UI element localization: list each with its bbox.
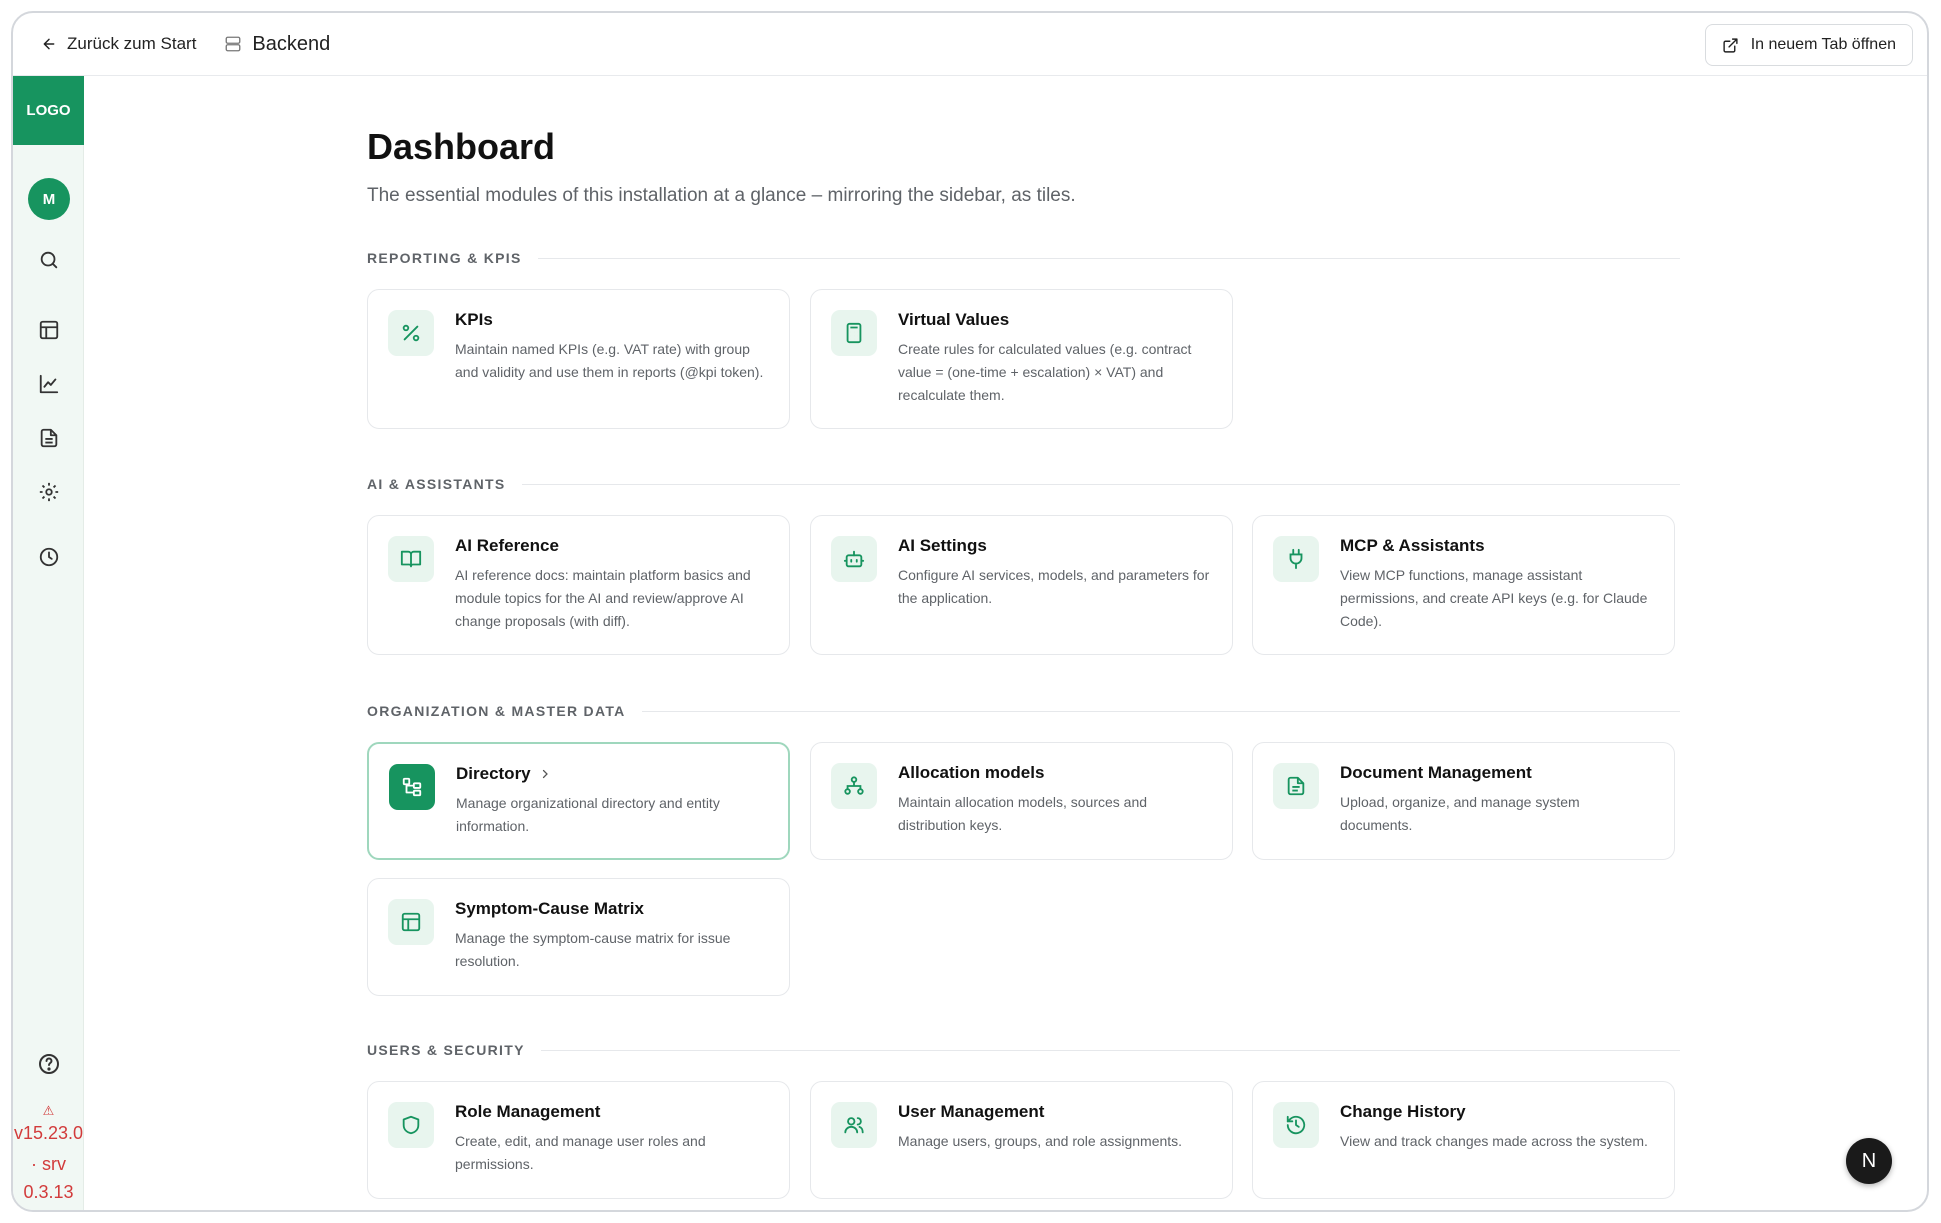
search-icon[interactable]: [35, 246, 63, 274]
open-in-new-tab-button[interactable]: In neuem Tab öffnen: [1704, 24, 1913, 66]
breadcrumb: Backend: [224, 33, 330, 56]
shield-icon: [388, 1102, 434, 1148]
card-title: AI Settings: [898, 536, 987, 555]
open-tab-label: In neuem Tab öffnen: [1750, 36, 1896, 53]
section-reporting-kpis: REPORTING & KPIS: [367, 248, 1680, 268]
floating-action-button[interactable]: N: [1846, 1138, 1892, 1184]
card-description: View and track changes made across the s…: [1340, 1133, 1648, 1149]
card-description: AI reference docs: maintain platform bas…: [455, 567, 751, 629]
card-title: Symptom-Cause Matrix: [455, 899, 644, 918]
sidebar: LOGO M ⚠ v15.23.0 · srv 0.3.13: [13, 76, 84, 1210]
section-title: USERS & SECURITY: [367, 1042, 525, 1058]
card-description: Configure AI services, models, and param…: [898, 567, 1210, 606]
folder-tree-icon: [389, 764, 435, 810]
breadcrumb-label: Backend: [252, 32, 331, 55]
arrow-left-icon: [43, 38, 55, 50]
divider: [537, 257, 1680, 259]
card-title: Document Management: [1340, 763, 1532, 782]
page-subtitle: The essential modules of this installati…: [367, 185, 1076, 206]
divider: [540, 1049, 1680, 1051]
card-description: Manage the symptom-cause matrix for issu…: [455, 930, 731, 969]
server-icon: [225, 36, 241, 52]
card-change-history[interactable]: Change History View and track changes ma…: [1252, 1081, 1675, 1199]
card-title: AI Reference: [455, 536, 559, 555]
logo: LOGO: [13, 76, 84, 145]
section-title: REPORTING & KPIS: [367, 250, 522, 266]
avatar[interactable]: M: [28, 178, 70, 220]
book-open-icon: [388, 536, 434, 582]
card-role-management[interactable]: Role Management Create, edit, and manage…: [367, 1081, 790, 1199]
card-document-management[interactable]: Document Management Upload, organize, an…: [1252, 742, 1675, 860]
app-window: Zurück zum Start Backend In neuem Tab öf…: [11, 11, 1929, 1212]
card-title: Directory: [456, 764, 551, 784]
section-title: ORGANIZATION & MASTER DATA: [367, 703, 626, 719]
history-icon: [1273, 1102, 1319, 1148]
version-srv: 0.3.13: [23, 1182, 74, 1202]
card-description: Create, edit, and manage user roles and …: [455, 1133, 706, 1172]
section-users-security: USERS & SECURITY: [367, 1040, 1680, 1060]
card-symptom-cause-matrix[interactable]: Symptom-Cause Matrix Manage the symptom-…: [367, 878, 790, 996]
plug-icon: [1273, 536, 1319, 582]
network-icon: [831, 763, 877, 809]
card-ai-reference[interactable]: AI Reference AI reference docs: maintain…: [367, 515, 790, 655]
bot-icon: [831, 536, 877, 582]
section-title: AI & ASSISTANTS: [367, 476, 506, 492]
section-ai-assistants: AI & ASSISTANTS: [367, 474, 1680, 494]
back-label: Zurück zum Start: [67, 34, 197, 53]
card-title: KPIs: [455, 310, 493, 329]
card-title: User Management: [898, 1102, 1045, 1121]
top-bar: Zurück zum Start Backend In neuem Tab öf…: [13, 13, 1927, 76]
card-user-management[interactable]: User Management Manage users, groups, an…: [810, 1081, 1233, 1199]
help-circle-icon[interactable]: [35, 1050, 63, 1078]
clock-icon[interactable]: [35, 543, 63, 571]
grid-icon: [388, 899, 434, 945]
card-kpis[interactable]: KPIs Maintain named KPIs (e.g. VAT rate)…: [367, 289, 790, 429]
card-title: Role Management: [455, 1102, 601, 1121]
card-title: MCP & Assistants: [1340, 536, 1485, 555]
card-description: Maintain allocation models, sources and …: [898, 794, 1148, 833]
card-description: Maintain named KPIs (e.g. VAT rate) with…: [455, 341, 764, 380]
card-allocation-models[interactable]: Allocation models Maintain allocation mo…: [810, 742, 1233, 860]
card-description: Upload, organize, and manage system docu…: [1340, 794, 1580, 833]
card-description: View MCP functions, manage assistant per…: [1340, 567, 1648, 629]
version-srv-label: · srv: [31, 1154, 66, 1174]
divider: [641, 710, 1680, 712]
section-organization-master-data: ORGANIZATION & MASTER DATA: [367, 701, 1680, 721]
triangle-alert-icon: ⚠: [42, 1103, 55, 1118]
card-description: Manage users, groups, and role assignmen…: [898, 1133, 1183, 1149]
file-text-icon[interactable]: [35, 424, 63, 452]
chevron-right-icon: [542, 769, 548, 779]
percent-icon: [388, 310, 434, 356]
document-icon: [1273, 763, 1319, 809]
card-mcp-assistants[interactable]: MCP & Assistants View MCP functions, man…: [1252, 515, 1675, 655]
calculator-icon: [831, 310, 877, 356]
card-ai-settings[interactable]: AI Settings Configure AI services, model…: [810, 515, 1233, 655]
card-virtual-values[interactable]: Virtual Values Create rules for calculat…: [810, 289, 1233, 429]
version-app: v15.23.0: [13, 1123, 84, 1143]
card-title: Change History: [1340, 1102, 1466, 1121]
gear-icon[interactable]: [35, 478, 63, 506]
page-title: Dashboard: [367, 126, 556, 167]
card-title: Virtual Values: [898, 310, 1010, 329]
divider: [521, 483, 1680, 485]
card-title: Allocation models: [898, 763, 1045, 782]
card-title-text: Directory: [456, 764, 531, 783]
card-directory[interactable]: Directory Manage organizational director…: [367, 742, 790, 860]
card-description: Create rules for calculated values (e.g.…: [898, 341, 1192, 403]
back-to-start-link[interactable]: Zurück zum Start: [41, 34, 196, 54]
chart-line-icon[interactable]: [35, 370, 63, 398]
table-icon[interactable]: [35, 316, 63, 344]
external-link-icon: [1723, 37, 1738, 53]
users-icon: [831, 1102, 877, 1148]
card-description: Manage organizational directory and enti…: [456, 795, 720, 834]
